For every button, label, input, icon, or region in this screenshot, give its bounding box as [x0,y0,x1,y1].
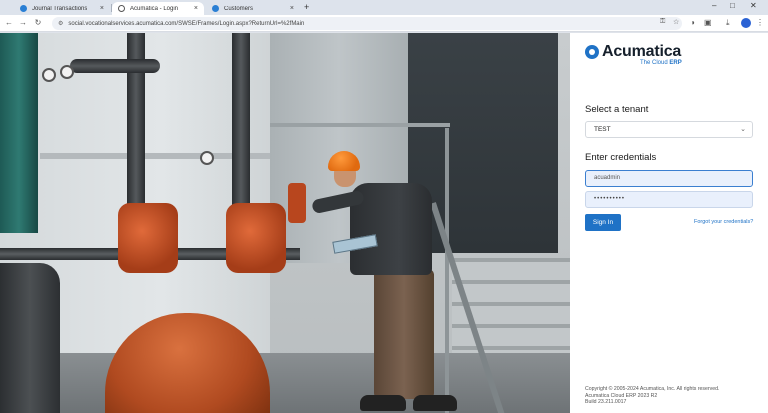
orange-valve [118,203,178,273]
tenant-select[interactable]: TEST ⌄ [585,121,753,138]
handrail [445,128,449,413]
acumatica-favicon-icon [212,5,219,12]
pipe [70,59,160,73]
worker-shoe [360,395,406,411]
tenant-heading: Select a tenant [585,104,649,115]
profile-avatar[interactable] [741,18,751,28]
logo-tagline-bold: ERP [669,60,682,66]
browser-tab-strip: Journal Transactions × Acumatica - Login… [0,0,768,15]
credentials-heading: Enter credentials [585,152,657,163]
globe-favicon-icon [118,5,125,12]
worker-pants [374,269,434,399]
tenant-value: TEST [594,126,611,133]
bookmark-star-icon[interactable]: ☆ [673,18,679,26]
logo-tagline: The Cloud ERP [640,60,682,66]
orange-valve [288,183,306,223]
browser-toolbar: ← → ↻ ⚙ social.vocationalservices.acumat… [0,15,768,32]
tab-customers[interactable]: Customers × [206,2,300,15]
password-field[interactable]: •••••••••• [585,191,753,208]
acumatica-logo: Acumatica [585,43,681,61]
chevron-down-icon: ⌄ [740,126,746,133]
menu-kebab-icon[interactable]: ⋮ [756,18,764,27]
close-tab-icon[interactable]: × [194,5,198,12]
new-tab-button[interactable]: + [304,2,309,12]
key-icon[interactable]: ⚿ [660,18,665,26]
tab-label: Customers [224,5,254,12]
copyright-text: Copyright © 2005-2024 Acumatica, Inc. Al… [585,386,720,392]
login-panel: Acumatica The Cloud ERP Select a tenant … [570,33,768,413]
pressure-gauge [42,68,56,82]
forward-arrow-icon[interactable]: → [18,18,28,27]
pipe [0,263,60,413]
pressure-gauge [200,151,214,165]
reload-icon[interactable]: ↻ [33,18,43,27]
extension-icon[interactable]: ◑ [690,18,695,27]
close-tab-icon[interactable]: × [290,5,294,12]
forgot-credentials-link[interactable]: Forgot your credentials? [694,219,753,225]
green-tank [0,33,38,233]
download-icon[interactable]: ⤓ [726,18,730,28]
build-text: Build 23.211.0017 [585,399,627,405]
logo-tagline-prefix: The Cloud [640,60,670,66]
tab-label: Journal Transactions [32,5,88,12]
tab-label: Acumatica - Login [130,5,179,12]
username-field[interactable]: acuadmin [585,170,753,187]
pressure-gauge [60,65,74,79]
worker-shoe [413,395,457,411]
handrail [270,123,450,127]
acumatica-favicon-icon [20,5,27,12]
close-tab-icon[interactable]: × [100,5,104,12]
tab-acumatica-login[interactable]: Acumatica - Login × [112,2,204,15]
address-url: social.vocationalservices.acumatica.com/… [68,20,305,27]
site-info-icon[interactable]: ⚙ [58,20,63,27]
puzzle-icon[interactable]: ▣ [704,18,712,27]
address-bar[interactable]: ⚙ social.vocationalservices.acumatica.co… [52,17,682,30]
logo-text: Acumatica [602,43,682,60]
login-footer: Copyright © 2005-2024 Acumatica, Inc. Al… [585,386,719,406]
back-arrow-icon[interactable]: ← [4,18,14,27]
boiler-room-photo [0,33,570,413]
sign-in-button[interactable]: Sign In [585,214,621,231]
tab-journal-transactions[interactable]: Journal Transactions × [14,2,110,15]
minimize-icon[interactable]: – [712,1,716,10]
orange-valve [226,203,286,273]
maximize-icon[interactable]: □ [730,1,735,10]
acumatica-logo-icon [585,45,599,59]
close-window-icon[interactable]: ✕ [750,1,757,10]
